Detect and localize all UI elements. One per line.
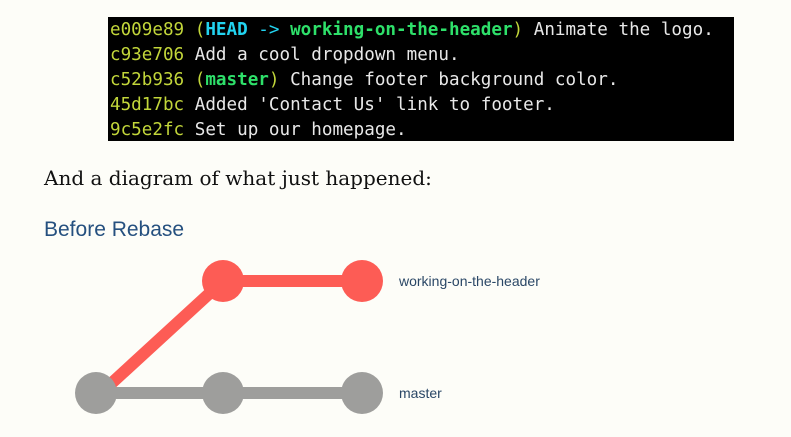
commit-graph	[75, 260, 383, 414]
commit-node-master-2	[202, 372, 244, 414]
commit-node-master-1	[75, 372, 117, 414]
branch-edge	[96, 275, 229, 398]
master-branch-label: master	[399, 385, 442, 401]
commit-node-master-3	[341, 372, 383, 414]
commit-node-feature-1	[202, 260, 244, 302]
commit-node-feature-2	[341, 260, 383, 302]
feature-branch-label: working-on-the-header	[399, 273, 540, 289]
